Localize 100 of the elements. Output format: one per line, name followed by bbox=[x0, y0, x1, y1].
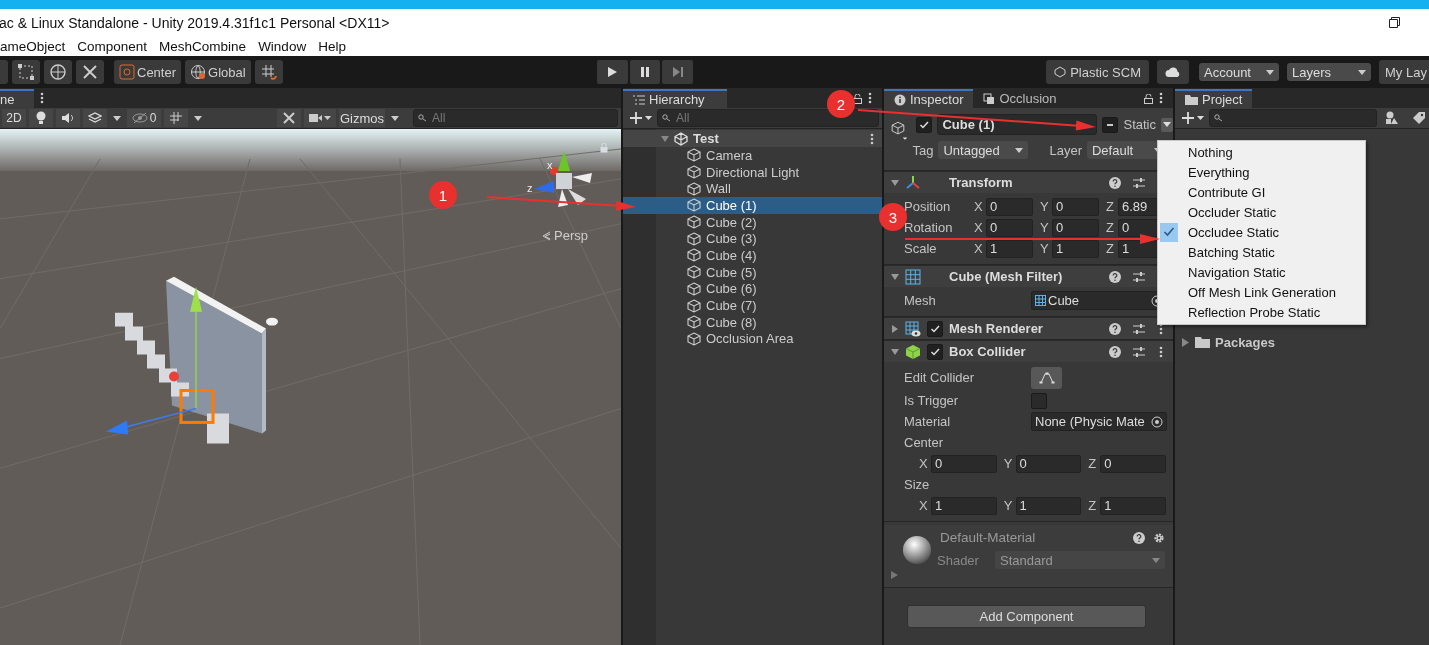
hierarchy-item[interactable]: Directional Light bbox=[623, 163, 882, 181]
hierarchy-item[interactable]: Cube (6) bbox=[623, 280, 882, 298]
panel-tab[interactable]: ne bbox=[0, 89, 34, 108]
view-mode-label[interactable]: Persp bbox=[542, 228, 588, 243]
foldout-icon[interactable] bbox=[1182, 337, 1190, 347]
number-field[interactable]: 1 bbox=[930, 496, 997, 515]
active-checkbox[interactable] bbox=[916, 116, 933, 133]
tools-toggle[interactable] bbox=[277, 109, 301, 127]
lock-icon[interactable] bbox=[853, 94, 862, 104]
static-dropdown-button[interactable] bbox=[1161, 117, 1173, 132]
hierarchy-item[interactable]: Camera bbox=[623, 147, 882, 164]
menu-item[interactable]: ameObject bbox=[0, 38, 66, 54]
help-icon[interactable] bbox=[1109, 176, 1121, 189]
transform-tool-button[interactable] bbox=[44, 60, 72, 84]
presets-icon[interactable] bbox=[1133, 176, 1145, 189]
presets-icon[interactable] bbox=[1133, 345, 1145, 358]
audio-toggle[interactable] bbox=[56, 109, 80, 127]
tag-icon[interactable] bbox=[1412, 111, 1426, 125]
add-component-button[interactable]: Add Component bbox=[907, 605, 1146, 628]
foldout-icon[interactable] bbox=[891, 272, 899, 281]
more-icon[interactable] bbox=[40, 92, 44, 104]
cloud-button[interactable] bbox=[1157, 60, 1189, 84]
number-field[interactable]: 0 bbox=[1052, 218, 1099, 237]
enabled-checkbox[interactable] bbox=[927, 320, 943, 337]
folder-item[interactable]: Packages bbox=[1182, 334, 1429, 350]
panel-tab[interactable]: Inspector bbox=[884, 89, 974, 108]
hierarchy-item[interactable]: Cube (2) bbox=[623, 213, 882, 231]
shapes-filter-icon[interactable] bbox=[1385, 111, 1399, 125]
number-field[interactable]: 1 bbox=[1100, 496, 1166, 515]
object-field[interactable]: None (Physic Mate bbox=[1031, 412, 1167, 431]
help-icon[interactable] bbox=[1109, 270, 1121, 283]
lock-icon[interactable] bbox=[1144, 94, 1153, 104]
grid-toggle[interactable] bbox=[164, 109, 188, 127]
effects-toggle[interactable] bbox=[83, 109, 107, 127]
number-field[interactable]: 0 bbox=[986, 218, 1033, 237]
menu-item[interactable]: MeshCombine bbox=[159, 38, 247, 54]
tag-dropdown[interactable]: Untagged bbox=[938, 141, 1029, 159]
hierarchy-item[interactable]: Occlusion Area bbox=[623, 330, 882, 348]
foldout-icon[interactable] bbox=[891, 347, 899, 356]
caret-icon[interactable] bbox=[194, 115, 202, 121]
hierarchy-item[interactable]: Wall bbox=[623, 180, 882, 198]
source-control-button[interactable]: Plastic SCM bbox=[1046, 60, 1149, 84]
menu-item[interactable]: Component bbox=[77, 38, 148, 54]
custom-tool-button[interactable] bbox=[76, 60, 104, 84]
space-button[interactable]: Global bbox=[185, 60, 251, 84]
panel-tab[interactable]: Hierarchy bbox=[623, 89, 727, 108]
menu-item[interactable]: Help bbox=[318, 38, 346, 54]
menu-item[interactable]: Window bbox=[258, 38, 307, 54]
snap-button[interactable] bbox=[254, 60, 283, 84]
component-header[interactable]: Box Collider bbox=[884, 340, 1173, 362]
number-field[interactable]: 0 bbox=[986, 197, 1033, 216]
hierarchy-item[interactable]: Cube (3) bbox=[623, 230, 882, 248]
pause-button[interactable] bbox=[629, 60, 661, 84]
hierarchy-item[interactable]: Cube (5) bbox=[623, 263, 882, 281]
account-dropdown[interactable]: Account bbox=[1199, 63, 1279, 81]
help-icon[interactable] bbox=[1109, 322, 1121, 335]
hidden-objects-toggle[interactable]: 0 bbox=[127, 109, 161, 127]
search-field[interactable]: All bbox=[413, 109, 618, 127]
lighting-toggle[interactable] bbox=[29, 109, 53, 127]
layers-dropdown[interactable]: Layers bbox=[1287, 63, 1371, 81]
rect-tool-button[interactable] bbox=[12, 60, 40, 84]
gizmos-dropdown[interactable]: Gizmos bbox=[339, 109, 385, 127]
enabled-checkbox[interactable] bbox=[927, 343, 943, 360]
caret-icon[interactable] bbox=[391, 115, 399, 121]
caret-icon[interactable] bbox=[113, 115, 121, 121]
component-header[interactable]: Mesh Renderer bbox=[884, 317, 1173, 339]
search-field[interactable]: All bbox=[657, 109, 879, 127]
trigger-checkbox[interactable] bbox=[1031, 392, 1047, 409]
pivot-button[interactable]: Center bbox=[114, 60, 182, 84]
edit-collider-button[interactable] bbox=[1031, 366, 1062, 389]
foldout-icon[interactable] bbox=[661, 135, 669, 142]
hierarchy-item[interactable]: Cube (4) bbox=[623, 247, 882, 264]
presets-icon[interactable] bbox=[1133, 270, 1145, 283]
settings-icon[interactable] bbox=[1153, 531, 1165, 544]
2d-toggle[interactable]: 2D bbox=[2, 109, 26, 127]
camera-button[interactable] bbox=[304, 109, 336, 127]
more-icon[interactable] bbox=[1159, 345, 1163, 358]
layout-dropdown[interactable]: My Lay bbox=[1379, 60, 1429, 84]
number-field[interactable]: 0 bbox=[930, 454, 997, 473]
search-field[interactable] bbox=[1209, 109, 1377, 127]
more-icon[interactable] bbox=[1159, 92, 1163, 104]
number-field[interactable]: 0 bbox=[1015, 454, 1082, 473]
hierarchy-item[interactable]: Cube (7) bbox=[623, 297, 882, 314]
more-icon[interactable] bbox=[868, 92, 872, 104]
static-checkbox[interactable] bbox=[1102, 116, 1119, 133]
help-icon[interactable] bbox=[1109, 345, 1121, 358]
presets-icon[interactable] bbox=[1133, 322, 1145, 335]
foldout-icon[interactable] bbox=[891, 324, 899, 333]
hierarchy-item[interactable]: Cube (8) bbox=[623, 313, 882, 331]
restore-icon[interactable] bbox=[1389, 17, 1400, 28]
hierarchy-item[interactable]: Cube (1) bbox=[623, 197, 882, 214]
help-icon[interactable] bbox=[1133, 531, 1145, 544]
picker-icon[interactable] bbox=[1151, 415, 1163, 428]
foldout-icon[interactable] bbox=[891, 571, 898, 579]
number-field[interactable]: 0 bbox=[1052, 197, 1099, 216]
panel-tab[interactable]: Project bbox=[1175, 89, 1253, 108]
number-field[interactable]: 1 bbox=[1015, 496, 1082, 515]
more-icon[interactable] bbox=[870, 132, 874, 145]
foldout-icon[interactable] bbox=[891, 178, 899, 187]
scene-row[interactable]: Test bbox=[623, 130, 882, 147]
